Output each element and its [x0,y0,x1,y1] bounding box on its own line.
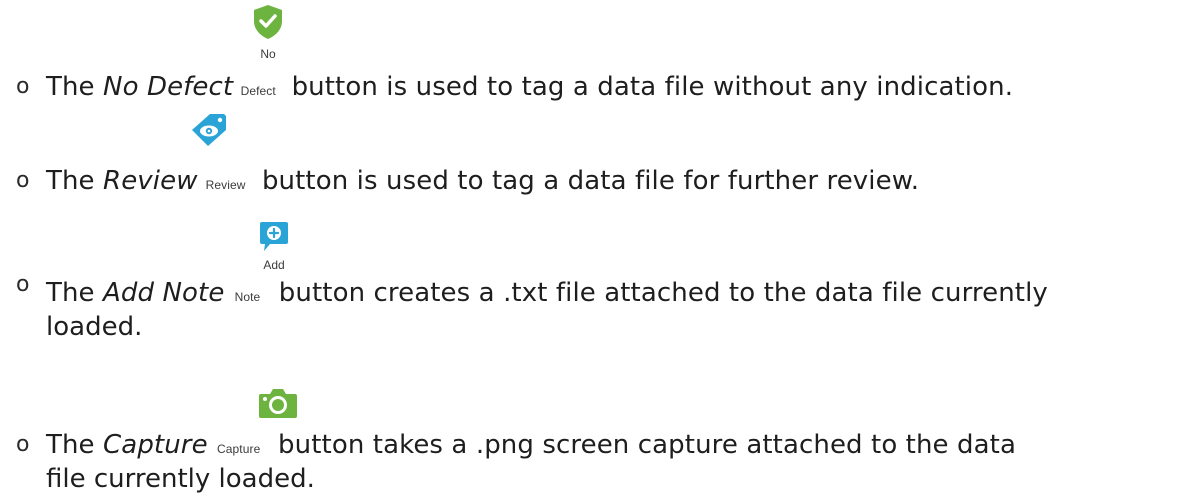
button-name: Capture [103,430,208,460]
button-name: No Defect [103,72,234,102]
bullet: o [16,432,30,457]
note-add-icon [260,222,288,251]
list-item: o The Review Review button is used to tag… [0,110,1191,200]
list-item: o The Capture Capture button takes a .png… [0,360,1191,500]
shield-check-icon [254,5,282,39]
camera-icon [259,389,297,418]
item-text: The No Defect Defect button is used to ta… [46,72,1013,106]
item-text: The Review Review button is used to tag a… [46,166,919,200]
eye-tag-icon [192,114,226,146]
item-text: The Add Note Note button creates a .txt f… [46,278,1048,312]
button-name: Review [103,166,198,196]
button-name: Add Note [103,278,225,308]
bullet: o [16,168,30,193]
item-text-continued: file currently loaded. [46,464,315,494]
item-text: The Capture Capture button takes a .png s… [46,430,1016,464]
add-note-button-label-top: Add [263,258,285,272]
bullet: o [16,272,30,297]
list-item: o No The No Defect Defect button is used … [0,0,1191,110]
list-item: o Add The Add Note Note button creates a … [0,200,1191,360]
add-note-button[interactable]: Note [224,278,270,312]
review-button[interactable]: Review [198,166,254,200]
bullet: o [16,74,30,99]
item-text-continued: loaded. [46,312,143,342]
no-defect-button-label-top: No [260,47,276,61]
capture-button[interactable]: Capture [208,430,270,464]
no-defect-button[interactable]: Defect [233,72,283,106]
